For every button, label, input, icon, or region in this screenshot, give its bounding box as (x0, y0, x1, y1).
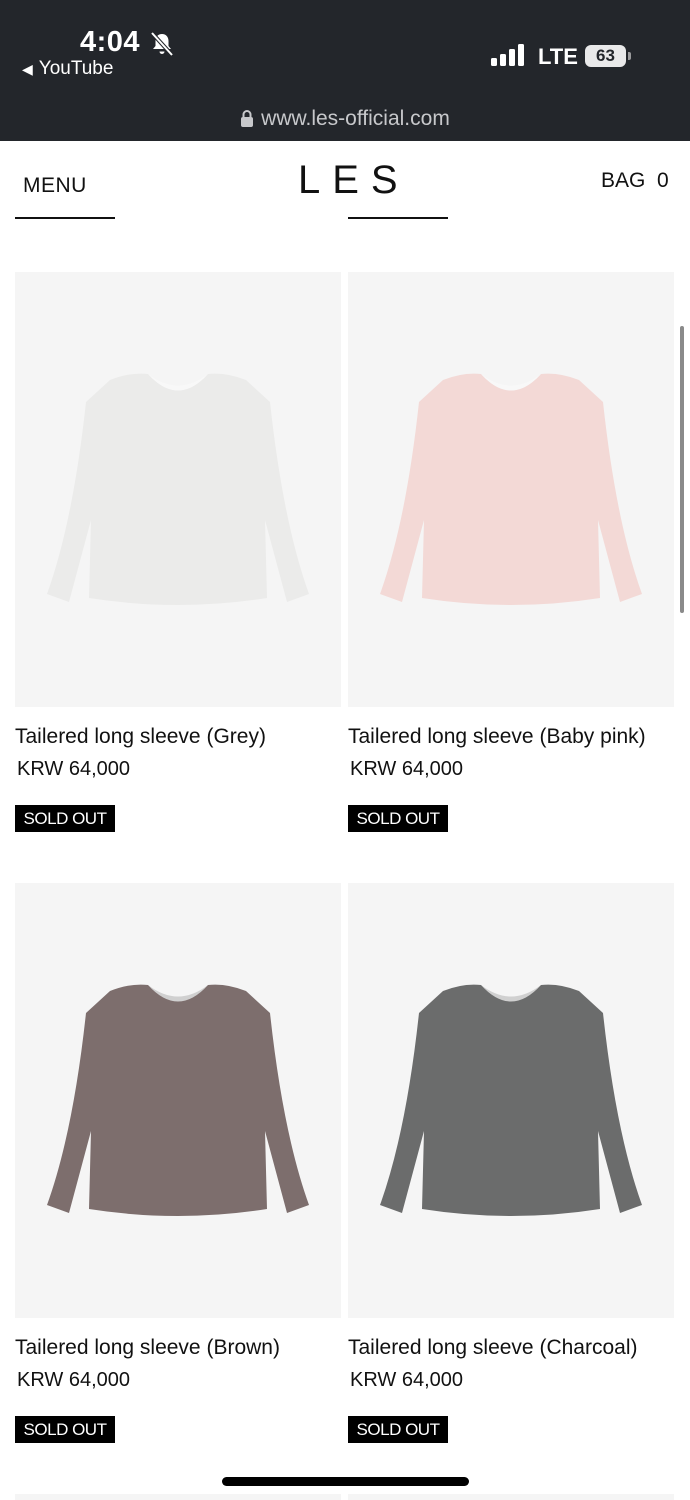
product-card[interactable]: Tailered long sleeve (Baby pink) KRW 64,… (348, 272, 674, 832)
next-product-image-edge (15, 1494, 341, 1500)
product-name[interactable]: Tailered long sleeve (Baby pink) (348, 725, 646, 749)
address-bar[interactable]: www.les-official.com (0, 107, 690, 131)
bag-count: 0 (657, 169, 669, 192)
brand-logo[interactable]: LES (298, 158, 410, 203)
lock-icon (241, 110, 254, 127)
url-text: www.les-official.com (261, 107, 450, 130)
shirt-image (380, 373, 642, 605)
battery-cap (628, 52, 631, 60)
product-price: KRW 64,000 (17, 1369, 131, 1391)
product-card[interactable]: Tailered long sleeve (Brown) KRW 64,000 … (15, 883, 341, 1443)
product-price: KRW 64,000 (350, 1369, 464, 1391)
product-name[interactable]: Tailered long sleeve (Brown) (15, 1336, 280, 1360)
product-image[interactable] (348, 272, 674, 707)
product-price: KRW 64,000 (17, 758, 131, 780)
product-card[interactable]: Tailered long sleeve (Grey) KRW 64,000 S… (15, 272, 341, 832)
shirt-image (47, 373, 309, 605)
sold-out-badge: SOLD OUT (15, 1416, 115, 1443)
shirt-image (380, 984, 642, 1216)
product-name[interactable]: Tailered long sleeve (Grey) (15, 725, 266, 749)
back-app-label: YouTube (38, 58, 114, 79)
shirt-shape (47, 984, 309, 1216)
product-price: KRW 64,000 (350, 758, 464, 780)
network-type: LTE (538, 44, 578, 69)
page-scrollbar[interactable] (680, 326, 684, 613)
menu-underline (15, 217, 115, 219)
shirt-shape (47, 373, 309, 605)
home-indicator[interactable] (222, 1477, 469, 1486)
sold-out-badge: SOLD OUT (15, 805, 115, 832)
bag-button[interactable]: BAG 0 (601, 169, 669, 193)
logo-underline (348, 217, 448, 219)
back-to-app-link[interactable]: ◀ YouTube (22, 58, 113, 80)
shirt-shape (380, 373, 642, 605)
cellular-signal-icon (491, 44, 524, 66)
product-card[interactable]: Tailered long sleeve (Charcoal) KRW 64,0… (348, 883, 674, 1443)
bell-slash-icon (150, 31, 174, 57)
status-time: 4:04 (80, 26, 141, 58)
bag-label: BAG (601, 169, 646, 192)
next-product-image-edge (348, 1494, 674, 1500)
back-triangle-icon: ◀ (22, 60, 33, 77)
product-image[interactable] (348, 883, 674, 1318)
battery-indicator: 63 (585, 45, 626, 67)
sold-out-badge: SOLD OUT (348, 805, 448, 832)
ios-status-bar: 4:04 ◀ YouTube LTE 63 www.les-official.c… (0, 0, 690, 141)
product-name[interactable]: Tailered long sleeve (Charcoal) (348, 1336, 637, 1360)
shirt-image (47, 984, 309, 1216)
shirt-shape (380, 984, 642, 1216)
product-image[interactable] (15, 883, 341, 1318)
product-image[interactable] (15, 272, 341, 707)
sold-out-badge: SOLD OUT (348, 1416, 448, 1443)
menu-button[interactable]: MENU (23, 174, 87, 198)
